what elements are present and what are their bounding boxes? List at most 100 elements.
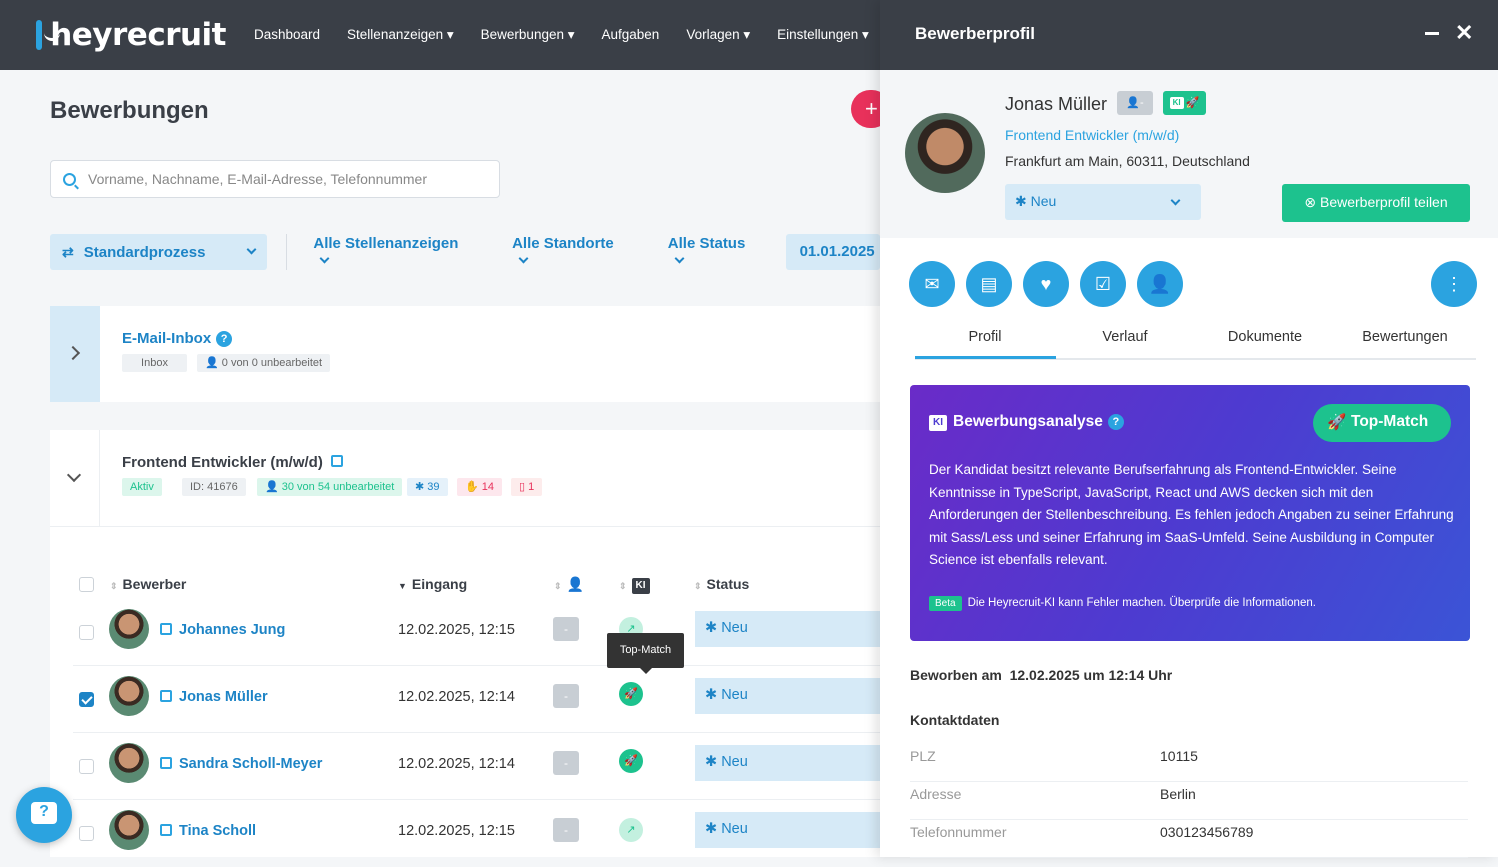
contact-title: Kontaktdaten [910,712,1000,728]
unprocessed-text: 0 von 0 unbearbeitet [221,357,323,369]
tab-profil[interactable]: Profil [915,329,1055,345]
assignee-badge[interactable]: 👤- [1117,91,1153,115]
process-select[interactable]: ⇄ Standardprozess [50,234,268,270]
nav-stellenanzeigen[interactable]: Stellenanzeigen ▾ [347,27,454,43]
rocket-icon[interactable]: 🚀 [619,749,643,773]
open-profile-icon [160,824,172,836]
brand-logo[interactable]: heyrecruit [36,17,226,53]
applicant-name-link[interactable]: Tina Scholl [160,823,256,839]
tab-verlauf[interactable]: Verlauf [1055,329,1195,345]
chevron-down-icon [1170,195,1181,206]
inbox-unprocessed: 👤 0 von 0 unbearbeitet [197,354,331,372]
status-select[interactable]: ✱ Neu [695,611,880,647]
more-options-icon[interactable]: ⋮ [1431,261,1477,307]
row-checkbox[interactable] [79,692,94,707]
nav-bewerbungen[interactable]: Bewerbungen ▾ [481,27,575,43]
col-ai[interactable]: ⇕ KI [619,576,656,594]
heart-icon[interactable]: ♥ [1023,261,1069,307]
help-chat-button[interactable]: ? [16,787,72,843]
filter-jobs[interactable]: Alle Stellenanzeigen [313,235,472,269]
avatar [109,676,149,716]
applicant-name-link[interactable]: Johannes Jung [160,622,285,638]
col-label: Status [706,576,750,592]
expand-toggle[interactable] [50,306,100,402]
disclaimer-text: Die Heyrecruit-KI kann Fehler machen. Üb… [967,597,1316,609]
assignee-badge[interactable]: - [553,617,579,641]
mail-icon[interactable]: ✉ [909,261,955,307]
rocket-icon[interactable]: 🚀 [619,682,643,706]
rocket-icon: 🚀 [1327,414,1347,431]
status-select[interactable]: ✱ Neu [695,745,880,781]
help-icon[interactable]: ? [1107,414,1124,430]
filter-label: Alle Stellenanzeigen [313,235,459,252]
status-select[interactable]: ✱ Neu [695,812,880,848]
open-profile-icon [160,757,172,769]
col-status[interactable]: ⇕ Status [694,576,749,592]
col-applicant[interactable]: ⇕ Bewerber [110,576,186,592]
close-icon[interactable]: ✕ [1455,20,1473,46]
job-title[interactable]: Frontend Entwickler (m/w/d) [122,454,343,471]
panel-header: Bewerberprofil ✕ [880,0,1498,70]
tab-bewertungen[interactable]: Bewertungen [1335,329,1475,345]
tab-dokumente[interactable]: Dokumente [1195,329,1335,345]
table-row[interactable]: Johannes Jung 12.02.2025, 12:15 - ↗ ✱ Ne… [73,599,880,666]
search-input[interactable] [88,171,488,187]
inbox-title-text: E-Mail-Inbox [122,330,212,347]
select-all-checkbox[interactable] [79,577,94,592]
minimize-icon[interactable] [1425,32,1439,35]
status-text: Neu [721,687,748,703]
filter-date[interactable]: 01.01.2025 [785,234,880,270]
inbox-title[interactable]: E-Mail-Inbox? [122,330,233,347]
nav-aufgaben[interactable]: Aufgaben [602,27,660,43]
status-select[interactable]: ✱ Neu [1005,184,1201,220]
match-arrow-icon[interactable]: ↗ [619,818,643,842]
sort-icon: ⇕ [694,581,702,591]
filter-status[interactable]: Alle Status [668,235,760,269]
note-icon[interactable]: ▤ [966,261,1012,307]
col-label: Eingang [411,576,468,592]
col-assignee[interactable]: ⇕ 👤 [554,576,584,593]
nav-vorlagen[interactable]: Vorlagen ▾ [686,27,750,43]
assignee-badge[interactable]: - [553,818,579,842]
assignee-badge[interactable]: - [553,751,579,775]
status-text: Neu [1030,193,1057,209]
add-user-icon[interactable]: 👤 [1137,261,1183,307]
applicant-name-link[interactable]: Sandra Scholl-Meyer [160,756,322,772]
external-link-icon[interactable] [330,455,343,467]
ai-analysis-title: KI Bewerbungsanalyse? [929,413,1124,431]
nav-einstellungen[interactable]: Einstellungen ▾ [777,27,869,43]
ai-title-text: Bewerbungsanalyse [953,413,1103,430]
ai-match-badge[interactable]: KI 🚀 [1163,91,1206,115]
status-select[interactable]: ✱ Neu [695,678,880,714]
assignee-badge[interactable]: - [553,684,579,708]
page-title: Bewerbungen [50,97,209,124]
applicant-name: Sandra Scholl-Meyer [179,756,323,772]
ai-icon: KI [631,578,650,594]
table-row[interactable]: Jonas Müller 12.02.2025, 12:14 - 🚀 ✱ Neu [73,666,880,733]
row-checkbox[interactable] [79,826,94,841]
row-checkbox[interactable] [79,759,94,774]
table-row[interactable]: Sandra Scholl-Meyer 12.02.2025, 12:14 - … [73,733,880,800]
new-count-badge: ✱ 39 [407,478,448,496]
open-profile-icon [160,623,172,635]
panel-title: Bewerberprofil [915,24,1035,43]
search-icon [63,172,76,186]
avatar [109,743,149,783]
job-link[interactable]: Frontend Entwickler (m/w/d) [1005,127,1179,143]
col-received[interactable]: ▼ Eingang [398,576,467,592]
logo-icon [36,20,61,50]
clipboard-icon[interactable]: ☑ [1080,261,1126,307]
collapse-toggle[interactable] [50,430,100,526]
process-label: Standardprozess [83,243,206,261]
nav-dashboard[interactable]: Dashboard [254,27,320,43]
table-header: ⇕ Bewerber ▼ Eingang ⇕ 👤 ⇕ KI ⇕ Status [50,569,880,599]
open-profile-icon [160,690,172,702]
row-checkbox[interactable] [79,625,94,640]
received-date: 12.02.2025, 12:15 [398,622,515,638]
ai-analysis-text: Der Kandidat besitzt relevante Berufserf… [929,462,1454,567]
help-icon[interactable]: ? [216,331,233,347]
filter-locations[interactable]: Alle Standorte [512,235,628,269]
search-box [50,160,500,198]
applicant-name-link[interactable]: Jonas Müller [160,689,268,705]
share-profile-button[interactable]: ⊗ Bewerberprofil teilen [1282,184,1470,222]
